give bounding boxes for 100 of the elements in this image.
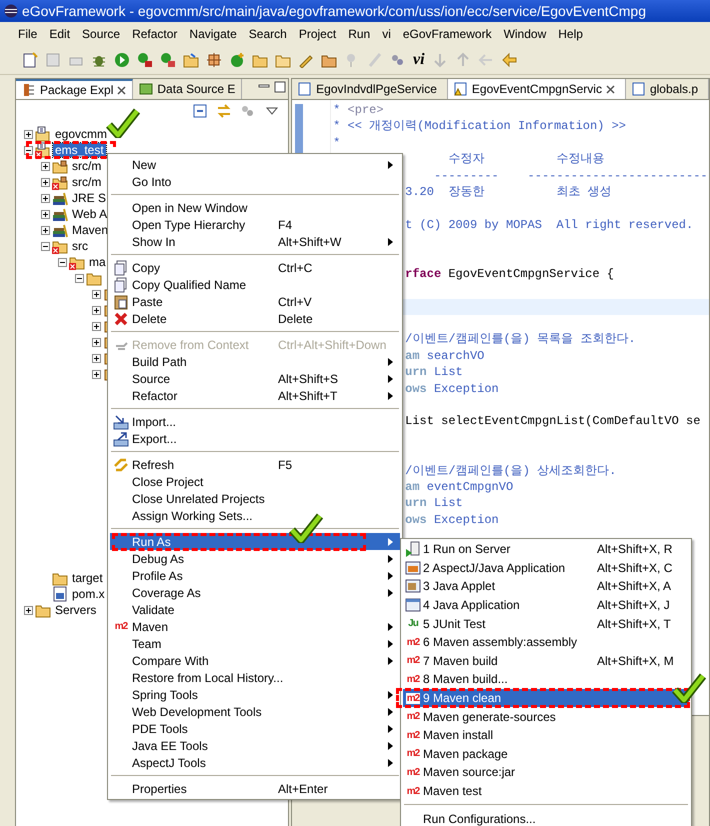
menu-item[interactable]: 2 AspectJ/Java Application Alt+Shift+X, C <box>403 558 689 578</box>
tree-item[interactable]: egovcmm <box>53 127 110 141</box>
menu-item[interactable]: m2 Maven package <box>403 744 689 764</box>
close-icon[interactable] <box>606 84 615 94</box>
menu-item[interactable]: m2 Maven generate-sources <box>403 707 689 726</box>
menu-bar-item[interactable]: Edit <box>49 26 70 42</box>
menu-item[interactable]: Coverage As <box>110 584 400 601</box>
menu-item[interactable]: Validate <box>110 601 400 618</box>
menu-bar-item[interactable]: File <box>18 26 38 42</box>
expand-icon[interactable] <box>92 306 101 314</box>
tree-item[interactable]: Servers <box>53 603 98 617</box>
menu-item[interactable]: m2 Maven install <box>403 726 689 745</box>
menu-item[interactable]: Ju 5 JUnit Test Alt+Shift+X, T <box>403 614 689 633</box>
run-icon[interactable] <box>114 52 130 68</box>
menu-item[interactable]: m2 Maven source:jar <box>403 763 689 782</box>
menu-item[interactable]: Refresh F5 <box>110 456 400 473</box>
tree-item[interactable]: src <box>70 239 90 253</box>
grid-icon[interactable] <box>206 52 222 68</box>
expand-icon[interactable] <box>41 162 50 170</box>
menu-item[interactable]: m2 8 Maven build... <box>403 670 689 689</box>
menu-bar-item[interactable]: Navigate <box>189 26 237 42</box>
new-file-icon[interactable] <box>22 52 38 68</box>
tree-item[interactable]: pom.x <box>70 587 107 601</box>
menu-item[interactable]: Java EE Tools <box>110 737 400 754</box>
editor-tab[interactable]: globals.p <box>626 79 709 99</box>
expand-icon[interactable] <box>92 322 101 330</box>
menu-item[interactable]: Source Alt+Shift+S <box>110 370 400 387</box>
menu-item[interactable]: Paste Ctrl+V <box>110 293 400 310</box>
menu-item[interactable]: AspectJ Tools <box>110 754 400 771</box>
collapse-icon[interactable] <box>41 242 50 250</box>
menu-item[interactable]: Show In Alt+Shift+W <box>110 233 400 250</box>
menu-bar-item[interactable]: eGovFramework <box>402 26 492 42</box>
menu-bar-item[interactable]: Source <box>82 26 120 42</box>
expand-icon[interactable] <box>24 606 33 614</box>
menu-item[interactable]: Delete Delete <box>110 310 400 327</box>
expand-icon[interactable] <box>41 178 50 186</box>
close-icon[interactable] <box>117 86 126 94</box>
menu-item[interactable]: Properties Alt+Enter <box>110 780 400 797</box>
menu-item[interactable]: Debug As <box>110 550 400 567</box>
expand-icon[interactable] <box>92 338 101 346</box>
tree-item[interactable]: target <box>70 571 105 585</box>
dots-icon[interactable] <box>390 52 406 68</box>
menu-item[interactable]: Copy Qualified Name <box>110 276 400 293</box>
expand-icon[interactable] <box>92 370 101 378</box>
menu-bar-item[interactable]: Search <box>248 26 287 42</box>
menu-item[interactable]: 4 Java Application Alt+Shift+X, J <box>403 596 689 614</box>
tree-item[interactable]: Maven <box>70 223 110 237</box>
collapse-icon[interactable] <box>24 146 33 154</box>
menu-bar-item[interactable]: Run <box>348 26 370 42</box>
menu-bar-item[interactable]: Refactor <box>132 26 178 42</box>
menu-item[interactable]: m2 Maven <box>110 618 400 635</box>
back-arrow-icon[interactable] <box>500 52 517 68</box>
editor-tab[interactable]: EgovEventCmpgnServic <box>448 79 626 99</box>
menu-bar-item[interactable]: Window <box>504 26 546 42</box>
menu-item[interactable]: Team <box>110 635 400 652</box>
open-folder-icon[interactable] <box>183 52 199 68</box>
menu-bar-item[interactable]: vi <box>382 26 391 42</box>
menu-item[interactable]: Run Configurations... <box>403 809 689 826</box>
menu-bar-item[interactable]: Help <box>558 26 583 42</box>
maximize-icon[interactable] <box>272 79 288 95</box>
editor-tab[interactable]: EgovIndvdlPgeService <box>292 79 448 99</box>
toolbar-logo[interactable]: vi <box>413 51 425 69</box>
menu-item[interactable]: Import... <box>110 413 400 430</box>
tree-item[interactable]: src/m <box>70 159 104 173</box>
menu-bar-item[interactable]: Project <box>298 26 336 42</box>
menu-item[interactable]: Go Into <box>110 173 400 190</box>
menu-item[interactable]: m2 6 Maven assembly:assembly <box>403 632 689 652</box>
menu-item[interactable]: Export... <box>110 430 400 447</box>
menu-item[interactable]: Spring Tools <box>110 686 400 703</box>
expand-icon[interactable] <box>41 210 50 218</box>
menu-item[interactable]: Build Path <box>110 353 400 370</box>
collapse-all-icon[interactable] <box>192 103 208 119</box>
menu-item[interactable]: m2 Maven test <box>403 782 689 800</box>
tree-item[interactable]: ma <box>87 255 108 269</box>
menu-item[interactable]: Restore from Local History... <box>110 669 400 686</box>
run-server-icon[interactable] <box>137 52 153 68</box>
menu-item[interactable]: Profile As <box>110 567 400 584</box>
tree-item[interactable]: src/m <box>70 175 104 189</box>
expand-icon[interactable] <box>24 130 33 138</box>
menu-item[interactable]: New <box>110 156 400 173</box>
menu-item[interactable]: Open Type Hierarchy F4 <box>110 216 400 233</box>
menu-item[interactable]: Open in New Window <box>110 199 400 216</box>
menu-item[interactable]: Assign Working Sets... <box>110 507 400 524</box>
menu-item[interactable]: Close Project <box>110 473 400 490</box>
menu-item[interactable]: 1 Run on Server Alt+Shift+X, R <box>403 540 689 559</box>
expand-icon[interactable] <box>92 290 101 298</box>
menu-item[interactable]: Close Unrelated Projects <box>110 490 400 507</box>
expand-icon[interactable] <box>41 194 50 202</box>
collapse-icon[interactable] <box>75 274 84 282</box>
menu-item[interactable]: PDE Tools <box>110 720 400 737</box>
stop-server-icon[interactable] <box>160 52 176 68</box>
expand-icon[interactable] <box>41 226 50 234</box>
menu-item[interactable]: Copy Ctrl+C <box>110 259 400 276</box>
view-tab[interactable]: Package Expl <box>16 79 134 99</box>
menu-item[interactable]: Compare With <box>110 652 400 669</box>
menu-item[interactable]: Refactor Alt+Shift+T <box>110 387 400 404</box>
tree-item[interactable]: JRE S <box>70 191 108 205</box>
tree-item[interactable]: ems_test <box>53 143 106 157</box>
tree-item[interactable]: Web A <box>70 207 110 221</box>
collapse-icon[interactable] <box>58 258 67 266</box>
